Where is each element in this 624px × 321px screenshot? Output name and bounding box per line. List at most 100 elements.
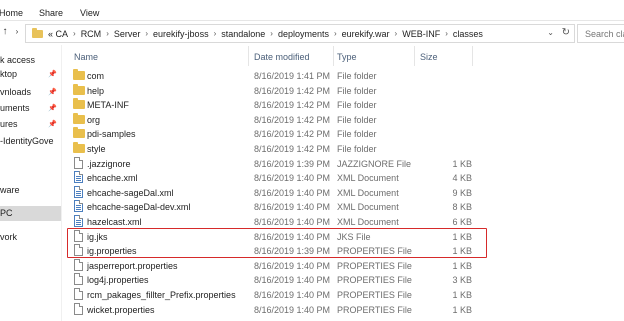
column-divider[interactable] xyxy=(333,46,334,66)
nav-item-label: vork xyxy=(0,232,18,242)
xml-file-icon xyxy=(74,215,83,227)
nav-item[interactable]: uments 📌 xyxy=(0,101,61,116)
file-row[interactable]: help 8/16/2019 1:42 PM File folder xyxy=(62,83,534,98)
file-row[interactable]: style 8/16/2019 1:42 PM File folder xyxy=(62,142,534,156)
column-divider[interactable] xyxy=(248,46,249,66)
file-name: com xyxy=(87,71,105,81)
file-icon xyxy=(74,273,83,286)
ribbon: Home Share View xyxy=(0,0,624,21)
tab-home[interactable]: Home xyxy=(0,8,23,18)
nav-item[interactable]: ures 📌 xyxy=(0,117,61,132)
tab-view[interactable]: View xyxy=(80,8,99,18)
nav-item-label: ktop xyxy=(0,69,18,79)
breadcrumb-separator-icon[interactable]: › xyxy=(214,29,217,38)
breadcrumb-separator-icon[interactable]: › xyxy=(445,29,448,38)
file-icon xyxy=(74,302,83,315)
nav-item[interactable]: k access xyxy=(0,53,61,68)
tab-share[interactable]: Share xyxy=(39,8,63,18)
file-row[interactable]: wicket.properties 8/16/2019 1:40 PM PROPER… xyxy=(62,302,534,317)
file-name: hazelcast.xml xyxy=(87,217,142,227)
nav-item-label: -IdentityGove xyxy=(0,136,54,146)
breadcrumb-item[interactable]: eurekify-jboss xyxy=(153,29,209,39)
folder-icon xyxy=(73,98,85,110)
breadcrumb-item[interactable]: eurekify.war xyxy=(342,29,390,39)
breadcrumb-item[interactable]: deployments xyxy=(278,29,329,39)
highlight-box xyxy=(67,228,487,258)
search-placeholder: Search clas xyxy=(585,29,624,39)
file-type: PROPERTIES File xyxy=(337,275,412,286)
file-size: 1 KB xyxy=(452,304,472,315)
nav-item[interactable]: vnloads 📌 xyxy=(0,85,61,100)
pin-icon: 📌 xyxy=(48,71,57,78)
file-type: PROPERTIES File xyxy=(337,290,412,300)
column-date-modified[interactable]: Date modified xyxy=(254,52,310,62)
file-row[interactable]: rcm_pakages_fillter_Prefix.properties 8/1… xyxy=(62,288,534,302)
file-size: 3 KB xyxy=(452,275,472,286)
address-bar[interactable]: « CA › RCM › Server › eurekify-jboss › standalon… xyxy=(25,24,575,43)
breadcrumb-separator-icon[interactable]: › xyxy=(395,29,398,38)
file-name: style xyxy=(87,144,106,154)
refresh-icon[interactable]: ↻ xyxy=(562,27,570,38)
file-row[interactable]: .jazzignore 8/16/2019 1:39 PM JAZZIGNORE F… xyxy=(62,156,534,171)
nav-item[interactable]: ware xyxy=(0,183,61,198)
folder-icon xyxy=(32,28,43,38)
file-date-modified: 8/16/2019 1:41 PM xyxy=(254,71,331,81)
folder-icon xyxy=(73,127,85,139)
nav-item[interactable]: -IdentityGove xyxy=(0,134,61,149)
file-row[interactable]: jasperreport.properties 8/16/2019 1:40 PM… xyxy=(62,258,534,273)
file-size: 1 KB xyxy=(452,290,472,300)
column-divider[interactable] xyxy=(414,46,415,66)
file-name: log4j.properties xyxy=(87,275,149,286)
column-divider[interactable] xyxy=(472,46,473,66)
chevron-down-icon[interactable]: ⌄ xyxy=(547,28,554,37)
chevron-right-icon[interactable]: › xyxy=(12,27,22,37)
file-size: 1 KB xyxy=(452,260,472,271)
breadcrumb-item[interactable]: Server xyxy=(114,29,141,39)
file-row[interactable]: META-INF 8/16/2019 1:42 PM File folder xyxy=(62,98,534,112)
file-type: File folder xyxy=(337,85,377,96)
file-row[interactable]: ehcache.xml 8/16/2019 1:40 PM XML Document… xyxy=(62,171,534,185)
file-date-modified: 8/16/2019 1:42 PM xyxy=(254,144,331,154)
breadcrumb-item[interactable]: RCM xyxy=(81,29,102,39)
nav-item[interactable]: ktop 📌 xyxy=(0,67,61,82)
file-row[interactable]: com 8/16/2019 1:41 PM File folder xyxy=(62,69,534,83)
file-name: ehcache-sageDal-dev.xml xyxy=(87,202,191,213)
breadcrumb-item[interactable]: classes xyxy=(453,29,483,39)
navigation-pane: k access ktop 📌 vnloads 📌 uments 📌 ures 📌 -Identi… xyxy=(0,45,62,321)
file-row[interactable]: ehcache-sageDal-dev.xml 8/16/2019 1:40 PM… xyxy=(62,200,534,214)
nav-item[interactable]: vork xyxy=(0,230,61,245)
file-name: help xyxy=(87,85,105,96)
breadcrumb-separator-icon[interactable]: › xyxy=(270,29,273,38)
file-row[interactable]: log4j.properties 8/16/2019 1:40 PM PROPERT… xyxy=(62,273,534,287)
file-date-modified: 8/16/2019 1:40 PM xyxy=(254,304,331,315)
file-type: File folder xyxy=(337,71,377,81)
file-type: XML Document xyxy=(337,202,399,213)
breadcrumb-separator-icon[interactable]: › xyxy=(145,29,148,38)
up-arrow-icon[interactable]: ↑ xyxy=(0,27,10,37)
file-size: 1 KB xyxy=(452,158,472,169)
file-row[interactable]: ehcache-sageDal.xml 8/16/2019 1:40 PM XML … xyxy=(62,185,534,200)
breadcrumb: « CA › RCM › Server › eurekify-jboss › standalon… xyxy=(48,25,483,42)
file-icon xyxy=(74,258,83,271)
breadcrumb-separator-icon[interactable]: › xyxy=(334,29,337,38)
breadcrumb-separator-icon[interactable]: › xyxy=(106,29,109,38)
column-type[interactable]: Type xyxy=(337,52,357,62)
breadcrumb-item[interactable]: WEB-INF xyxy=(402,29,440,39)
breadcrumb-item[interactable]: « CA xyxy=(48,29,68,39)
column-name[interactable]: Name xyxy=(74,52,98,62)
file-row[interactable]: hazelcast.xml 8/16/2019 1:40 PM XML Docume… xyxy=(62,215,534,229)
file-row[interactable]: pdi-samples 8/16/2019 1:42 PM File folder xyxy=(62,127,534,141)
file-type: File folder xyxy=(337,114,377,125)
file-date-modified: 8/16/2019 1:42 PM xyxy=(254,100,331,111)
breadcrumb-separator-icon[interactable]: › xyxy=(73,29,76,38)
file-date-modified: 8/16/2019 1:40 PM xyxy=(254,260,331,271)
column-size[interactable]: Size xyxy=(420,52,438,62)
file-type: File folder xyxy=(337,144,377,154)
search-box[interactable]: Search clas xyxy=(577,24,624,43)
nav-item[interactable]: PC xyxy=(0,206,61,221)
breadcrumb-item[interactable]: standalone xyxy=(221,29,265,39)
file-row[interactable]: org 8/16/2019 1:42 PM File folder xyxy=(62,112,534,127)
pin-icon: 📌 xyxy=(48,105,57,112)
file-size: 6 KB xyxy=(452,217,472,227)
file-date-modified: 8/16/2019 1:40 PM xyxy=(254,173,331,184)
